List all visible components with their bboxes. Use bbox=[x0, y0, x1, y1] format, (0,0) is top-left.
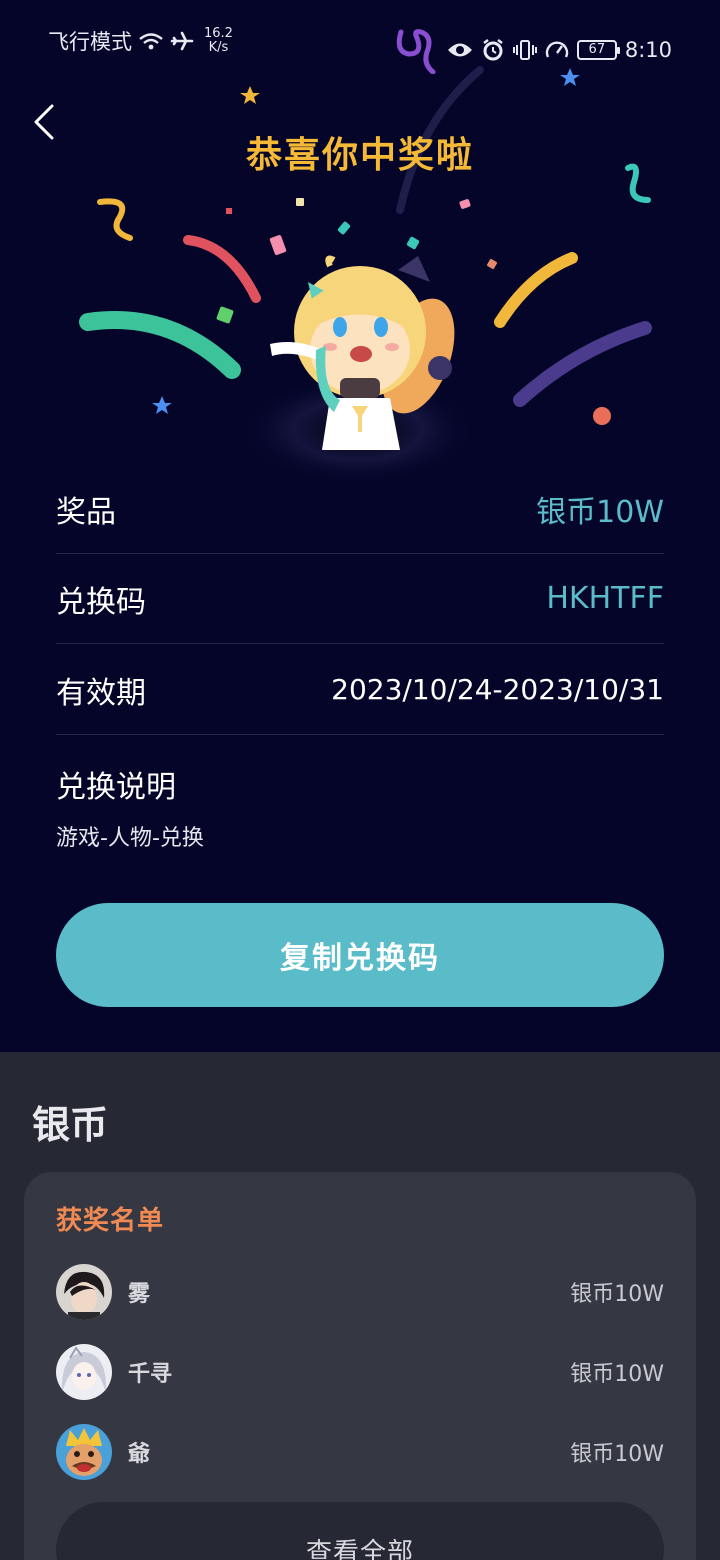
winner-name: 千寻 bbox=[128, 1362, 173, 1387]
redeem-code-row: 兑换码 HKHTFF bbox=[56, 554, 664, 644]
validity-value: 2023/10/24-2023/10/31 bbox=[331, 673, 664, 706]
winner-prize: 银币10W bbox=[570, 1362, 664, 1387]
airplane-mode-text: 飞行模式 bbox=[48, 30, 132, 54]
avatar bbox=[56, 1344, 112, 1400]
instructions-label: 兑换说明 bbox=[56, 770, 176, 805]
winner-list-card: 获奖名单 雾 银币10W 千寻 银币10W 爺 银币10W 查看全部 bbox=[24, 1172, 696, 1560]
status-time: 8:10 bbox=[624, 38, 672, 62]
section-title: 银币 bbox=[32, 1103, 109, 1147]
prize-result-panel: 飞行模式 16.2 K/s 67 8:10 恭喜你中奖啦 奖品 银币10W 兑换… bbox=[0, 0, 720, 1052]
battery-level: 67 bbox=[588, 42, 606, 57]
copy-code-button[interactable]: 复制兑换码 bbox=[56, 903, 664, 1007]
alarm-icon bbox=[483, 39, 503, 61]
redeem-code-value[interactable]: HKHTFF bbox=[546, 581, 664, 616]
winner-item: 爺 银币10W bbox=[56, 1422, 664, 1482]
net-speed: 16.2 K/s bbox=[204, 27, 233, 55]
net-speed-value: 16.2 bbox=[204, 26, 233, 41]
winner-list-title: 获奖名单 bbox=[56, 1206, 165, 1236]
winner-name: 爺 bbox=[128, 1442, 151, 1467]
prize-row: 奖品 银币10W bbox=[56, 464, 664, 554]
validity-row: 有效期 2023/10/24-2023/10/31 bbox=[56, 645, 664, 735]
winner-item: 千寻 银币10W bbox=[56, 1342, 664, 1402]
winner-item: 雾 银币10W bbox=[56, 1262, 664, 1322]
net-speed-unit: K/s bbox=[208, 40, 229, 55]
wifi-icon bbox=[139, 33, 163, 50]
avatar bbox=[56, 1424, 112, 1480]
speed-icon bbox=[545, 41, 569, 58]
validity-label: 有效期 bbox=[56, 675, 146, 711]
view-all-button[interactable]: 查看全部 bbox=[56, 1502, 664, 1560]
airplane-icon bbox=[170, 31, 194, 51]
prize-label: 奖品 bbox=[56, 494, 116, 530]
vibrate-icon bbox=[512, 40, 537, 60]
battery-icon: 67 bbox=[576, 40, 620, 60]
instructions-text: 游戏-人物-兑换 bbox=[56, 826, 204, 851]
winners-section: 银币 获奖名单 雾 银币10W 千寻 银币10W 爺 银币10W 查看全部 bbox=[0, 1052, 720, 1560]
status-left: 飞行模式 16.2 K/s bbox=[48, 26, 233, 56]
winner-name: 雾 bbox=[128, 1282, 151, 1307]
view-all-label: 查看全部 bbox=[305, 1538, 414, 1560]
eye-icon bbox=[447, 43, 472, 57]
page-title: 恭喜你中奖啦 bbox=[245, 135, 474, 176]
prize-value: 银币10W bbox=[536, 494, 664, 530]
avatar bbox=[56, 1264, 112, 1320]
redeem-code-label: 兑换码 bbox=[56, 584, 146, 620]
winner-prize: 银币10W bbox=[570, 1282, 664, 1307]
winner-prize: 银币10W bbox=[570, 1442, 664, 1467]
